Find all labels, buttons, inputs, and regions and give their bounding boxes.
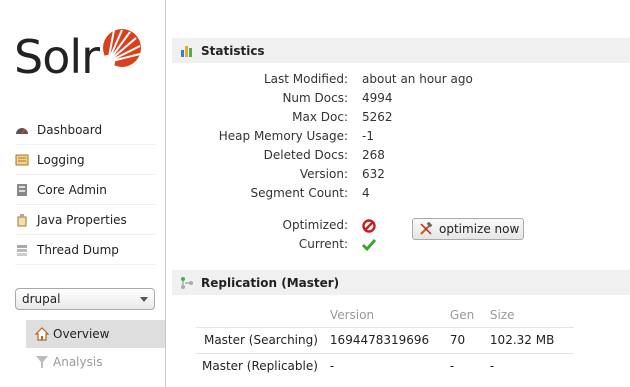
core-menu-item-analysis[interactable]: Analysis xyxy=(26,348,165,376)
stat-label: Heap Memory Usage: xyxy=(218,129,348,143)
row-name: Master (Replicable) xyxy=(196,352,324,379)
logging-icon xyxy=(15,153,29,167)
main-nav: Dashboard Logging Core Admin Java Proper… xyxy=(15,115,155,265)
row-version: 1694478319696 xyxy=(323,326,444,353)
core-menu-label: Analysis xyxy=(53,355,103,369)
stat-value: about an hour ago xyxy=(362,72,473,86)
thread-dump-icon xyxy=(15,243,29,257)
stat-label: Last Modified: xyxy=(263,72,348,86)
table-header-gen: Gen xyxy=(449,307,475,322)
core-selector-value: drupal xyxy=(22,292,61,306)
replication-icon xyxy=(180,276,194,290)
optimize-now-button[interactable]: optimize now xyxy=(412,218,524,240)
nav-label: Logging xyxy=(37,152,85,167)
core-menu-label: Overview xyxy=(53,327,110,341)
home-icon xyxy=(34,327,50,341)
nav-item-core-admin[interactable]: Core Admin xyxy=(15,175,155,205)
not-optimized-icon xyxy=(362,219,376,236)
row-version: - xyxy=(323,352,444,379)
nav-label: Java Properties xyxy=(37,212,127,227)
row-name: Master (Searching) xyxy=(196,326,324,353)
nav-item-java-properties[interactable]: Java Properties xyxy=(15,205,155,235)
statistics-title: Statistics xyxy=(201,43,265,58)
row-size: 102.32 MB xyxy=(483,326,574,353)
core-admin-icon xyxy=(15,183,29,197)
java-properties-icon xyxy=(15,213,29,227)
stat-label: Num Docs: xyxy=(282,91,348,105)
solr-logo[interactable]: Solr xyxy=(14,22,154,92)
replication-title: Replication (Master) xyxy=(201,275,340,290)
stat-labels: Last Modified: Num Docs: Max Doc: Heap M… xyxy=(172,72,348,205)
current-label: Current: xyxy=(298,237,348,251)
filter-icon xyxy=(34,355,50,369)
table-row: Master (Replicable) - - - xyxy=(196,352,574,379)
optimized-label: Optimized: xyxy=(282,218,348,232)
chevron-down-icon xyxy=(140,297,148,302)
stat-value: 4994 xyxy=(362,91,393,105)
replication-table: Version Gen Size Master (Searching) 1694… xyxy=(196,303,574,379)
table-header-empty xyxy=(196,303,324,327)
table-header-row: Version Gen Size xyxy=(196,303,574,327)
optimize-now-label: optimize now xyxy=(439,222,520,236)
stat-label: Version: xyxy=(299,167,348,181)
stat-value: 4 xyxy=(362,186,370,200)
nav-item-thread-dump[interactable]: Thread Dump xyxy=(15,235,155,265)
stat-value: 632 xyxy=(362,167,385,181)
row-size: - xyxy=(483,352,574,379)
replication-header: Replication (Master) xyxy=(172,270,630,295)
bar-chart-icon xyxy=(180,44,194,58)
statistics-body: Last Modified: Num Docs: Max Doc: Heap M… xyxy=(172,72,630,252)
sidebar: Solr Dashboard Logging Core Admin Java P… xyxy=(0,0,165,387)
nav-label: Core Admin xyxy=(37,182,107,197)
solr-sun-icon xyxy=(102,29,141,69)
stat-value: 268 xyxy=(362,148,385,162)
dashboard-icon xyxy=(15,123,29,137)
nav-label: Dashboard xyxy=(37,122,103,137)
core-menu-item-overview[interactable]: Overview xyxy=(26,320,165,348)
nav-label: Thread Dump xyxy=(37,242,119,257)
checkmark-icon xyxy=(361,238,377,255)
core-selector[interactable]: drupal xyxy=(15,288,155,310)
table-header-size: Size xyxy=(489,307,515,322)
nav-item-logging[interactable]: Logging xyxy=(15,145,155,175)
statistics-header: Statistics xyxy=(172,38,630,63)
stat-label: Segment Count: xyxy=(250,186,349,200)
stat-label: Max Doc: xyxy=(292,110,348,124)
stat-value: 5262 xyxy=(362,110,393,124)
row-gen: 70 xyxy=(443,326,484,353)
hammer-icon xyxy=(419,221,433,236)
main-content: Statistics Last Modified: Num Docs: Max … xyxy=(172,38,630,379)
stat-values: about an hour ago 4994 5262 -1 268 632 4 xyxy=(362,72,562,205)
sidebar-divider xyxy=(165,0,166,387)
table-row: Master (Searching) 1694478319696 70 102.… xyxy=(196,326,574,353)
stat-value: -1 xyxy=(362,129,374,143)
core-menu: Overview Analysis xyxy=(26,320,165,376)
table-header-version: Version xyxy=(329,307,375,322)
nav-item-dashboard[interactable]: Dashboard xyxy=(15,115,155,145)
stat-label: Deleted Docs: xyxy=(263,148,348,162)
logo-text: Solr xyxy=(14,30,100,84)
row-gen: - xyxy=(443,352,484,379)
